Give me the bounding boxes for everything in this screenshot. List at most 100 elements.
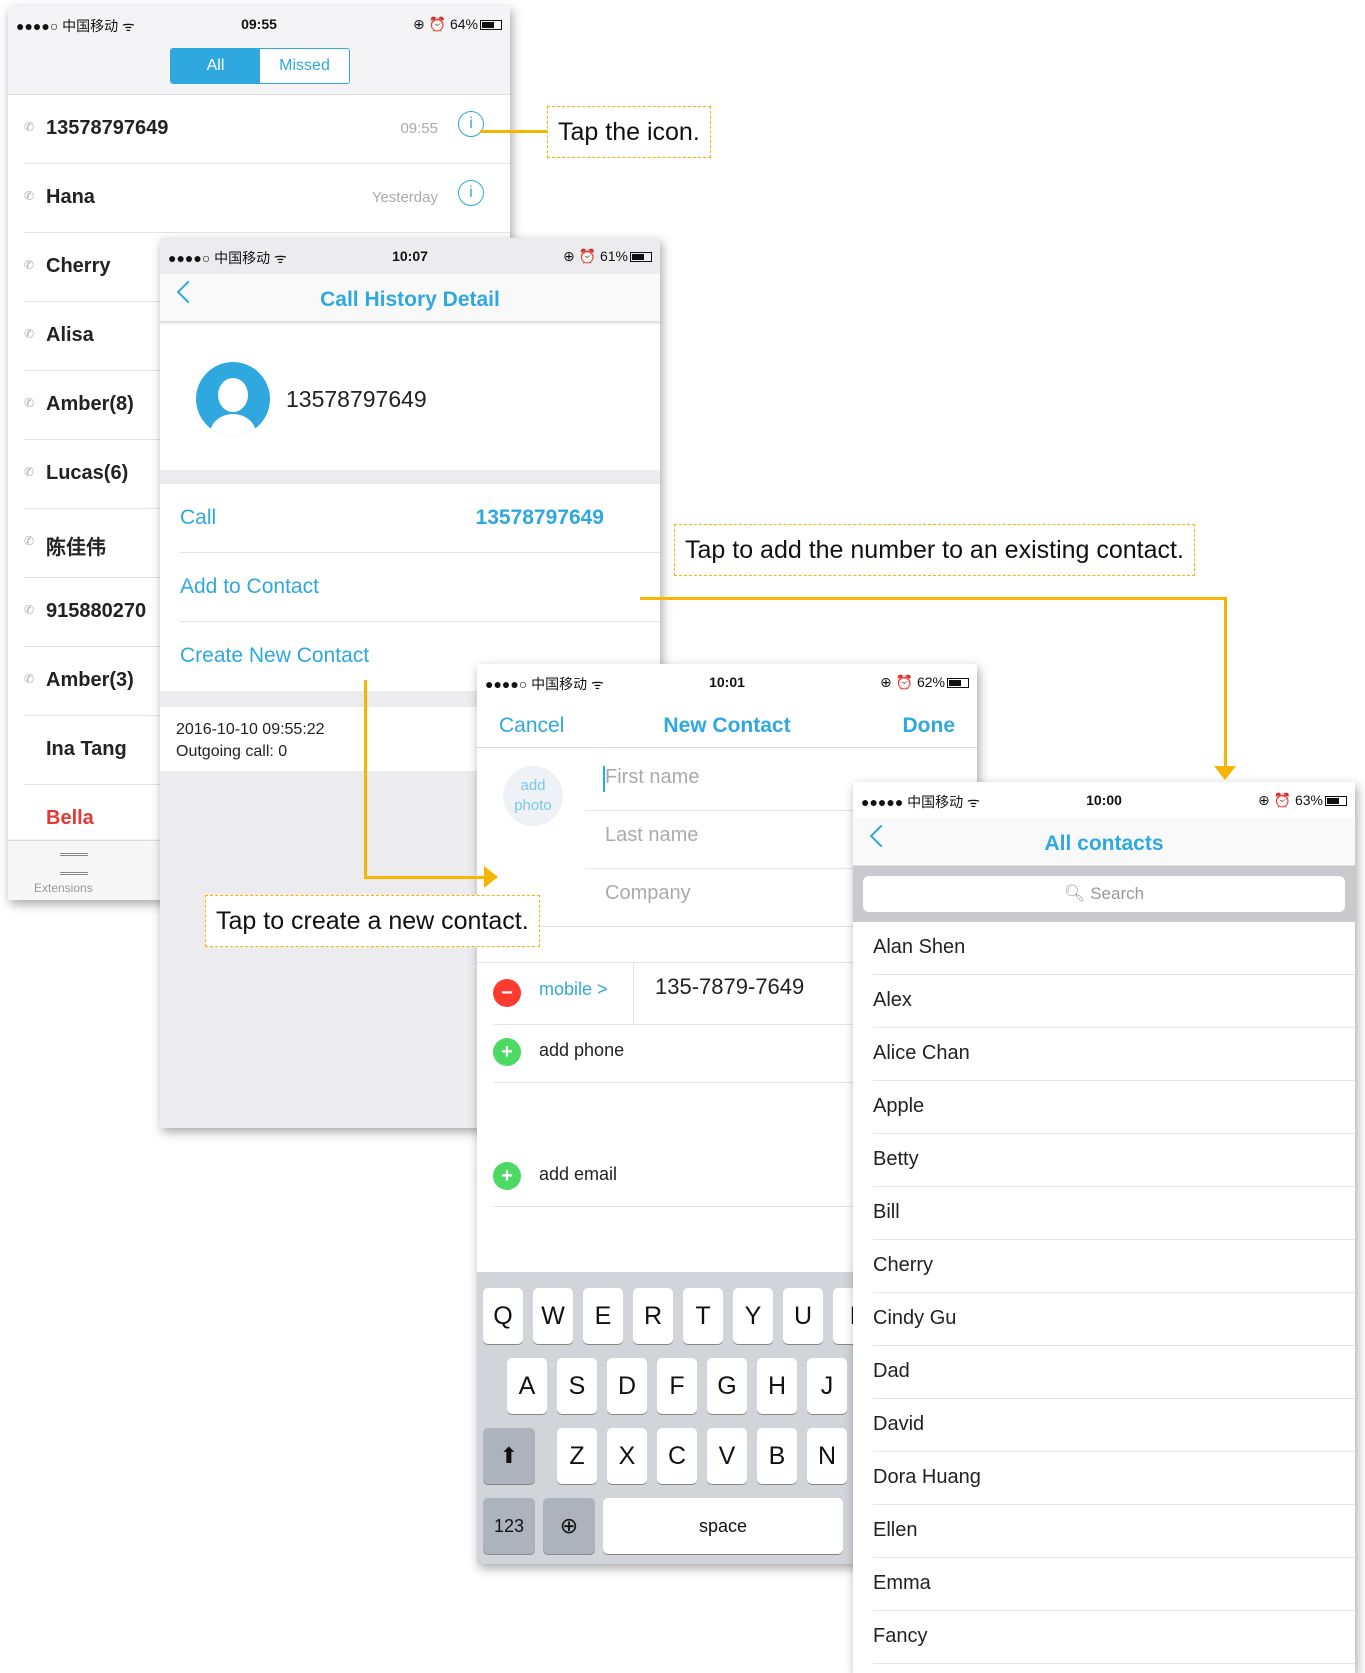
arrow-tap-icon — [480, 130, 548, 133]
key-j[interactable]: J — [807, 1358, 847, 1414]
phone-icon: ✆ — [24, 465, 35, 479]
battery-percent: ⊕ ⏰ 64% — [413, 16, 478, 32]
key-x[interactable]: X — [607, 1428, 647, 1484]
contact-item[interactable]: Alice Chan — [873, 1028, 1355, 1081]
call-action[interactable]: Call 13578797649 — [180, 484, 660, 553]
call-time: 09:55 — [400, 120, 438, 137]
phone-label-selector[interactable]: mobile > — [539, 979, 608, 1000]
tab-extensions[interactable]: Extensions — [34, 881, 93, 895]
segment-all[interactable]: All — [171, 49, 260, 83]
add-phone-button[interactable]: add phone — [539, 1040, 624, 1061]
contact-item[interactable]: Ellen — [873, 1505, 1355, 1558]
status-bar: ●●●●○ 中国移动 ᯤ 10:01 ⊕ ⏰ 62% — [477, 664, 977, 700]
contact-item[interactable]: David — [873, 1399, 1355, 1452]
space-key[interactable]: space — [603, 1498, 843, 1554]
caller-name: Amber(8) — [46, 393, 134, 415]
done-button[interactable]: Done — [903, 714, 956, 738]
key-q[interactable]: Q — [483, 1288, 523, 1344]
battery-percent: ⊕ ⏰ 61% — [563, 248, 628, 264]
info-icon[interactable]: i — [458, 180, 484, 206]
contact-item[interactable]: Dora Huang — [873, 1452, 1355, 1505]
key-c[interactable]: C — [657, 1428, 697, 1484]
segment-missed[interactable]: Missed — [260, 49, 349, 83]
call-row[interactable]: ✆ 13578797649 09:55 i — [24, 95, 510, 164]
page-title: Call History Detail — [320, 288, 500, 311]
call-row[interactable]: ✆ Hana Yesterday i — [24, 164, 510, 233]
caller-name: Alisa — [46, 324, 94, 346]
mobile-number-field[interactable]: 135-7879-7649 — [655, 974, 804, 1000]
add-to-contact-button[interactable]: Add to Contact — [180, 553, 660, 622]
caller-name: Lucas(6) — [46, 462, 129, 484]
battery-percent: ⊕ ⏰ 63% — [1258, 792, 1323, 808]
phone-icon: ✆ — [24, 534, 35, 548]
create-new-contact-label: Create New Contact — [180, 644, 370, 667]
key-u[interactable]: U — [783, 1288, 823, 1344]
all-contacts-screen: ●●●●● 中国移动 ᯤ 10:00 ⊕ ⏰ 63% All contacts … — [853, 782, 1355, 1673]
contact-item[interactable]: Dad — [873, 1346, 1355, 1399]
arrowhead-down-icon — [1214, 766, 1236, 780]
remove-phone-icon[interactable]: − — [493, 979, 521, 1007]
key-y[interactable]: Y — [733, 1288, 773, 1344]
contact-item[interactable]: Apple — [873, 1081, 1355, 1134]
contact-item[interactable]: Betty — [873, 1134, 1355, 1187]
key-v[interactable]: V — [707, 1428, 747, 1484]
key-f[interactable]: F — [657, 1358, 697, 1414]
add-email-icon[interactable]: + — [493, 1162, 521, 1190]
battery-status: ⊕ ⏰ 64% — [413, 16, 502, 33]
avatar — [196, 362, 270, 436]
search-input[interactable]: 🔍︎ Search — [863, 876, 1345, 912]
contact-item[interactable]: Emma — [873, 1558, 1355, 1611]
contact-item[interactable]: Fancy — [873, 1611, 1355, 1664]
contact-item[interactable]: Cindy Gu — [873, 1293, 1355, 1346]
key-w[interactable]: W — [533, 1288, 573, 1344]
key-b[interactable]: B — [757, 1428, 797, 1484]
contact-item[interactable]: Alan Shen — [873, 922, 1355, 975]
phone-icon: ✆ — [24, 672, 35, 686]
numbers-key[interactable]: 123 — [483, 1498, 535, 1554]
info-icon[interactable]: i — [458, 111, 484, 137]
caller-name: Amber(3) — [46, 669, 134, 691]
globe-key-icon[interactable]: ⊕ — [543, 1498, 595, 1554]
key-g[interactable]: G — [707, 1358, 747, 1414]
add-email-button[interactable]: add email — [539, 1164, 617, 1185]
contact-item[interactable]: Alex — [873, 975, 1355, 1028]
add-to-contact-label: Add to Contact — [180, 575, 319, 598]
list-icon[interactable] — [60, 853, 88, 875]
arrow-add-existing-v — [1224, 597, 1227, 767]
page-title: All contacts — [1044, 832, 1164, 855]
company-field[interactable]: Company — [605, 882, 691, 905]
key-h[interactable]: H — [757, 1358, 797, 1414]
arrow-add-existing-h — [640, 597, 1226, 600]
search-bar: 🔍︎ Search — [853, 866, 1355, 922]
phone-icon: ✆ — [24, 327, 35, 341]
caller-name: Ina Tang — [46, 738, 127, 760]
key-n[interactable]: N — [807, 1428, 847, 1484]
add-phone-icon[interactable]: + — [493, 1038, 521, 1066]
call-time: Yesterday — [371, 189, 438, 206]
nav-bar: All contacts — [853, 818, 1355, 866]
key-a[interactable]: A — [507, 1358, 547, 1414]
arrowhead-right-icon — [484, 866, 498, 888]
nav-bar: Cancel New Contact Done — [477, 700, 977, 748]
caller-name-missed: Bella — [46, 807, 94, 829]
status-bar: ●●●●○ 中国移动 ᯤ 09:55 ⊕ ⏰ 64% — [8, 6, 510, 42]
key-e[interactable]: E — [583, 1288, 623, 1344]
key-d[interactable]: D — [607, 1358, 647, 1414]
status-bar: ●●●●○ 中国移动 ᯤ 10:07 ⊕ ⏰ 61% — [160, 238, 660, 274]
action-list: Call 13578797649 Add to Contact Create N… — [160, 484, 660, 691]
battery-status: ⊕ ⏰ 61% — [563, 248, 652, 265]
arrow-create-new-v — [364, 680, 367, 878]
key-z[interactable]: Z — [557, 1428, 597, 1484]
battery-icon — [947, 678, 969, 689]
shift-key-icon[interactable]: ⬆ — [483, 1428, 535, 1484]
phone-icon: ✆ — [24, 258, 35, 272]
key-t[interactable]: T — [683, 1288, 723, 1344]
key-r[interactable]: R — [633, 1288, 673, 1344]
add-photo-button[interactable]: add photo — [503, 766, 563, 826]
contact-item[interactable]: Cherry — [873, 1240, 1355, 1293]
last-name-field[interactable]: Last name — [605, 824, 698, 847]
phone-icon: ✆ — [24, 396, 35, 410]
key-s[interactable]: S — [557, 1358, 597, 1414]
contact-item[interactable]: Bill — [873, 1187, 1355, 1240]
first-name-field[interactable]: First name — [605, 766, 699, 789]
